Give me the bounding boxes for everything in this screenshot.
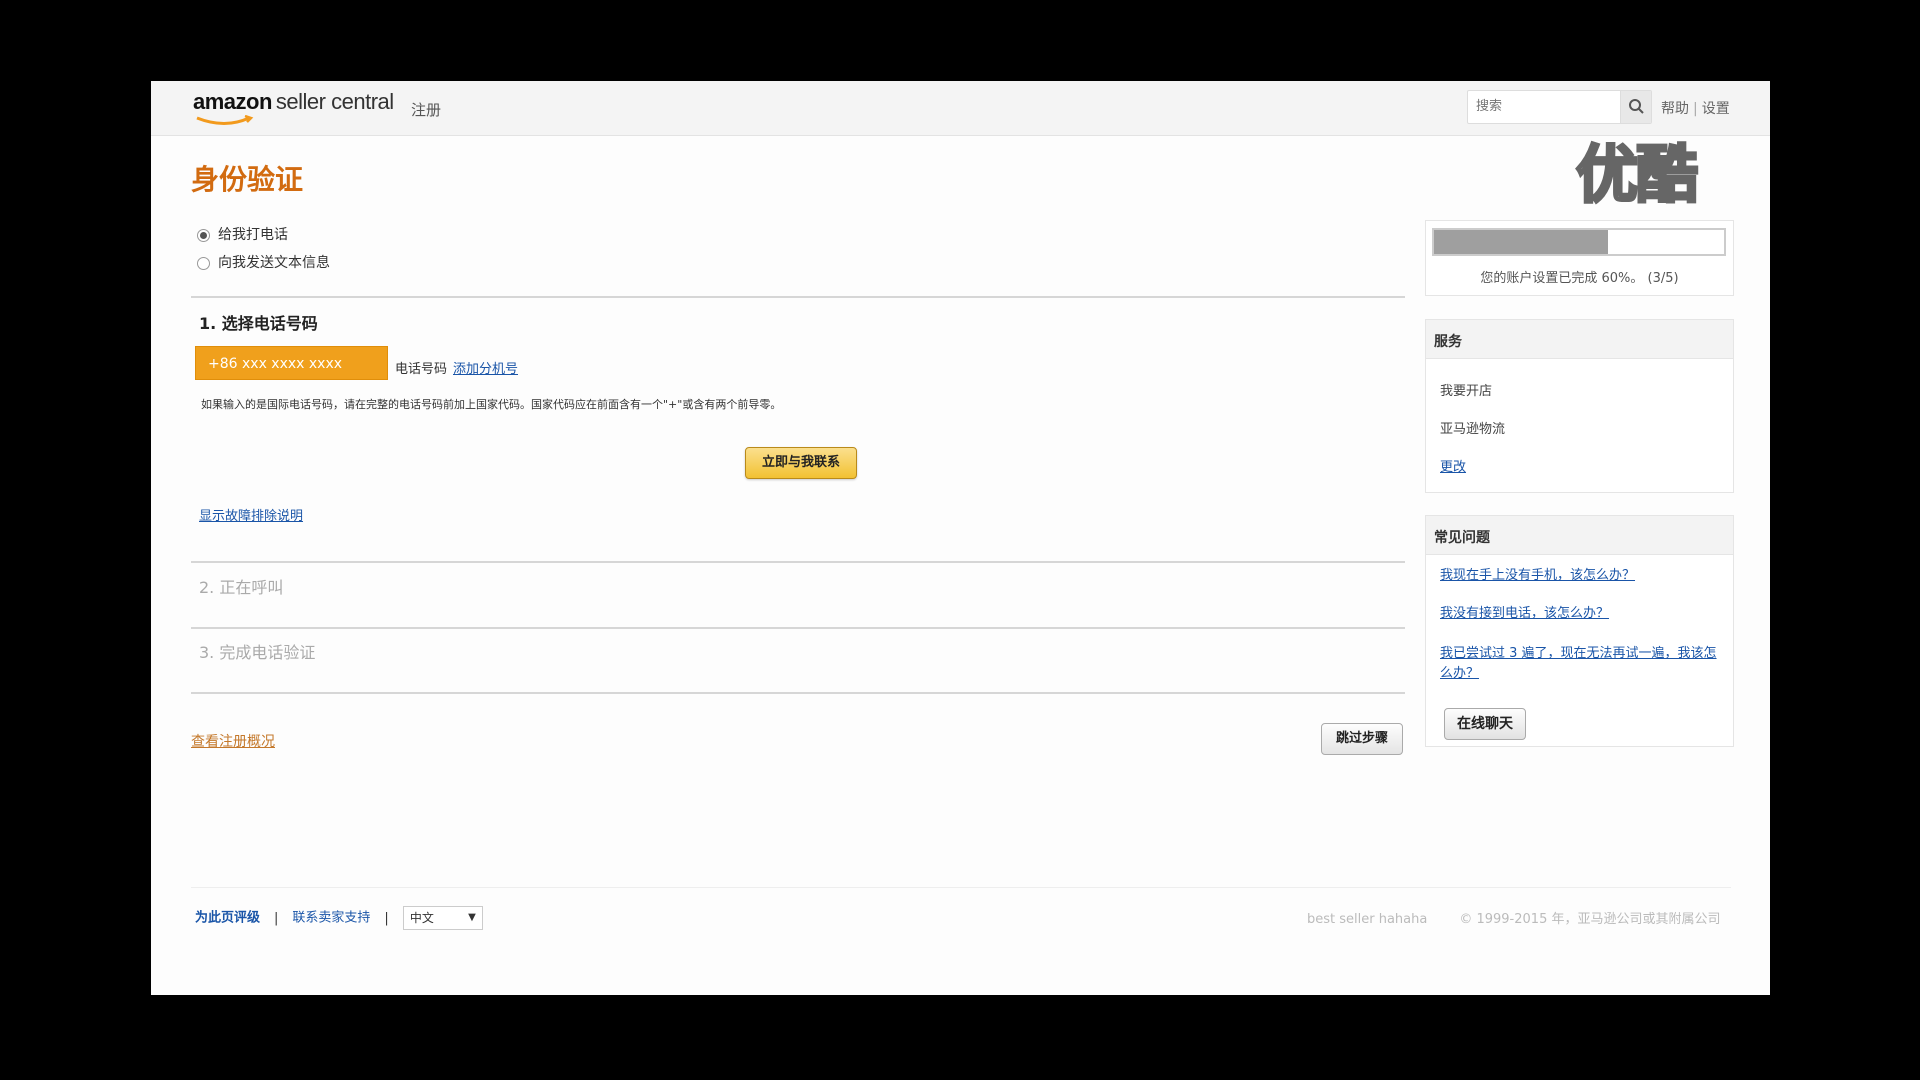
step1-title: 1. 选择电话号码 [199, 314, 318, 333]
progress-bar [1432, 228, 1726, 256]
services-header: 服务 [1426, 320, 1733, 359]
call-me-label: 给我打电话 [218, 227, 288, 243]
separator: | [384, 910, 389, 926]
step3-title: 3. 完成电话验证 [199, 643, 316, 662]
services-heading: 服务 [1434, 334, 1462, 350]
separator: | [1693, 101, 1698, 117]
copyright-text: © 1999-2015 年，亚马逊公司或其附属公司 [1459, 912, 1721, 927]
progress-fill [1434, 230, 1608, 254]
rate-page-link[interactable]: 为此页评级 [195, 911, 260, 926]
divider [191, 561, 1405, 563]
call-now-button[interactable]: 立即与我联系 [745, 447, 857, 479]
service-item: 我要开店 [1440, 384, 1493, 399]
register-link[interactable]: 注册 [411, 99, 441, 120]
footer-tagline: best seller hahaha [1307, 912, 1428, 927]
divider [191, 296, 1405, 298]
service-item: 亚马逊物流 [1440, 422, 1506, 437]
search-icon [1629, 99, 1644, 114]
divider [191, 692, 1405, 694]
services-panel: 服务 我要开店 亚马逊物流 更改 [1425, 319, 1734, 493]
call-me-option[interactable]: 给我打电话 [197, 224, 288, 244]
step2-title: 2. 正在呼叫 [199, 578, 284, 597]
contact-support-link[interactable]: 联系卖家支持 [292, 911, 370, 926]
amazon-smile-icon [196, 115, 254, 125]
faq-link[interactable]: 我现在手上没有手机，该怎么办？ [1440, 566, 1725, 586]
faq-heading: 常见问题 [1434, 530, 1490, 546]
footer-divider [191, 887, 1731, 888]
browser-frame: amazonseller central 注册 帮助|设置 优酷 身份验证 给我… [151, 81, 1770, 995]
faq-link[interactable]: 我已尝试过 3 遍了，现在无法再试一遍，我该怎么办？ [1440, 644, 1725, 684]
amazon-seller-central-logo[interactable]: amazon seller central [193, 89, 394, 129]
live-chat-button[interactable]: 在线聊天 [1444, 708, 1526, 740]
troubleshoot-link[interactable]: 显示故障排除说明 [199, 505, 303, 524]
footer-right: best seller hahaha © 1999-2015 年，亚马逊公司或其附… [1307, 908, 1720, 927]
help-link[interactable]: 帮助 [1661, 101, 1689, 117]
progress-text: 您的账户设置已完成 60%。 (3/5) [1480, 271, 1679, 286]
language-value: 中文 [409, 911, 434, 925]
change-services-link[interactable]: 更改 [1440, 456, 1466, 475]
dropdown-arrow-icon: ▼ [468, 912, 476, 923]
phone-hint-text: 如果输入的是国际电话号码，请在完整的电话号码前加上国家代码。国家代码应在前面含有… [201, 398, 782, 411]
progress-panel: 您的账户设置已完成 60%。 (3/5) [1425, 220, 1734, 296]
header-links: 帮助 | 设置 [1661, 98, 1730, 118]
faq-link[interactable]: 我没有接到电话，该怎么办？ [1440, 604, 1725, 624]
search-button[interactable] [1620, 91, 1651, 123]
skip-step-button[interactable]: 跳过步骤 [1321, 723, 1403, 755]
radio-checked-icon[interactable] [197, 228, 210, 242]
phone-number-label: 电话号码 [395, 362, 448, 377]
logo-brand: amazon [193, 89, 272, 114]
video-watermark: 优酷 [1574, 137, 1699, 213]
footer: 为此页评级 | 联系卖家支持 | 中文 ▼ [195, 906, 483, 930]
radio-unchecked-icon[interactable] [197, 256, 210, 270]
divider [191, 627, 1405, 629]
separator: | [274, 910, 279, 926]
language-select[interactable]: 中文 ▼ [402, 906, 483, 930]
phone-number-field[interactable]: +86 xxx xxxx xxxx [195, 346, 388, 380]
settings-link[interactable]: 设置 [1702, 101, 1730, 117]
search-input[interactable] [1468, 91, 1634, 121]
top-header: amazonseller central 注册 帮助|设置 [151, 81, 1770, 136]
faq-header: 常见问题 [1426, 516, 1733, 555]
search-box [1467, 90, 1652, 124]
view-summary-link[interactable]: 查看注册概况 [191, 731, 275, 751]
send-sms-label: 向我发送文本信息 [218, 255, 330, 271]
page-title: 身份验证 [191, 163, 304, 196]
send-sms-option[interactable]: 向我发送文本信息 [197, 252, 330, 272]
logo-product: seller central [275, 89, 394, 114]
add-extension-link[interactable]: 添加分机号 [453, 358, 518, 377]
faq-panel: 常见问题 我现在手上没有手机，该怎么办？ 我没有接到电话，该怎么办？ 我已尝试过… [1425, 515, 1734, 747]
